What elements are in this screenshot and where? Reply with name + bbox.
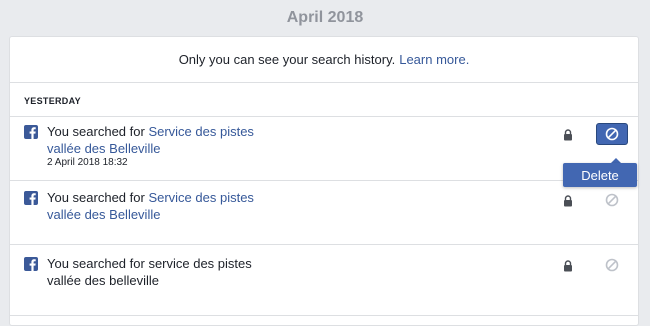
month-header: April 2018 bbox=[0, 0, 650, 36]
delete-popover: Delete bbox=[563, 158, 637, 187]
learn-more-link[interactable]: Learn more. bbox=[399, 52, 469, 67]
privacy-notice-text: Only you can see your search history. bbox=[178, 52, 396, 67]
lock-icon bbox=[564, 195, 572, 207]
search-query: service des pistes bbox=[148, 256, 252, 271]
remove-button[interactable] bbox=[596, 189, 628, 211]
ban-icon bbox=[605, 193, 619, 207]
history-row: You searched for Service des pistes vall… bbox=[10, 181, 638, 244]
month-title: April 2018 bbox=[286, 9, 364, 26]
facebook-icon bbox=[24, 257, 38, 271]
history-row: You searched for service des pistes vall… bbox=[10, 245, 638, 315]
delete-button[interactable]: Delete bbox=[563, 163, 637, 187]
search-query-link[interactable]: vallée des Belleville bbox=[47, 207, 160, 222]
search-query-link[interactable]: Service des pistes bbox=[148, 124, 254, 139]
privacy-notice: Only you can see your search history. Le… bbox=[10, 37, 638, 82]
section-label: YESTERDAY bbox=[24, 96, 81, 106]
ban-icon bbox=[605, 258, 619, 272]
search-query: vallée des belleville bbox=[47, 273, 160, 288]
search-prefix: You searched for bbox=[47, 256, 145, 271]
history-row: You searched for Service des pistes vall… bbox=[10, 117, 638, 180]
facebook-icon bbox=[24, 191, 38, 205]
remove-button[interactable] bbox=[596, 254, 628, 276]
search-query-link[interactable]: Service des pistes bbox=[148, 190, 254, 205]
search-prefix: You searched for bbox=[47, 124, 145, 139]
ban-icon bbox=[605, 127, 619, 141]
search-history-panel: Only you can see your search history. Le… bbox=[9, 36, 639, 326]
remove-button[interactable] bbox=[596, 123, 628, 145]
search-prefix: You searched for bbox=[47, 190, 145, 205]
divider bbox=[10, 315, 638, 316]
search-entry-text: You searched for Service des pistes vall… bbox=[47, 123, 277, 157]
search-entry-text: You searched for Service des pistes vall… bbox=[47, 189, 277, 223]
divider bbox=[10, 82, 638, 83]
search-query-link[interactable]: vallée des Belleville bbox=[47, 141, 160, 156]
facebook-icon bbox=[24, 125, 38, 139]
lock-icon bbox=[564, 129, 572, 141]
lock-icon bbox=[564, 260, 572, 272]
search-entry-text: You searched for service des pistes vall… bbox=[47, 255, 277, 289]
search-timestamp: 2 April 2018 18:32 bbox=[47, 157, 128, 168]
